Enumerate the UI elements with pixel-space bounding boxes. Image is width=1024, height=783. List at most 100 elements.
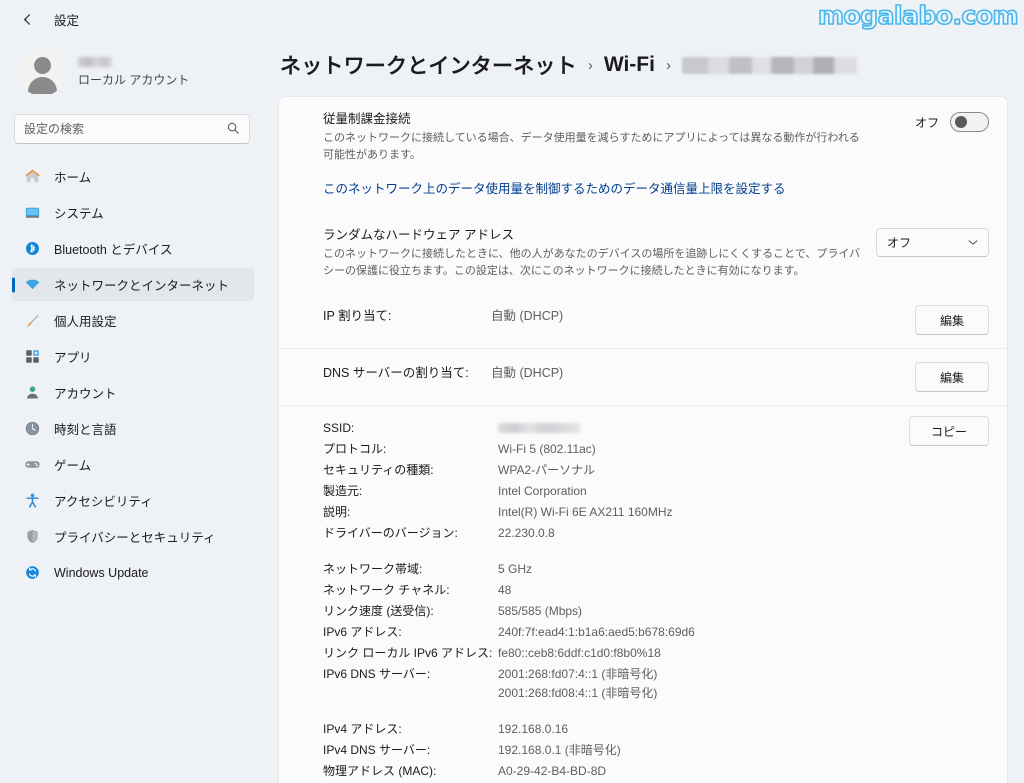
- detail-label: リンク ローカル IPv6 アドレス:: [323, 646, 493, 661]
- network-details-table: ネットワーク帯域: 5 GHz ネットワーク チャネル: 48 リンク速度 (送…: [323, 560, 989, 703]
- sidebar-item-bluetooth[interactable]: Bluetooth とデバイス: [12, 232, 254, 265]
- breadcrumb-separator: ›: [587, 56, 593, 74]
- sidebar-item-accounts[interactable]: アカウント: [12, 376, 254, 409]
- sidebar-item-label: アクセシビリティ: [54, 495, 153, 509]
- dns-assignment-edit-button[interactable]: 編集: [915, 362, 989, 393]
- dropdown-value: オフ: [887, 236, 912, 251]
- content-area: ネットワークとインターネット › Wi-Fi › 従量制課金接続 このネットワー…: [264, 38, 1024, 783]
- app-title: 設定: [54, 13, 80, 28]
- sidebar-item-label: プライバシーとセキュリティ: [54, 531, 216, 545]
- copy-properties-button[interactable]: コピー: [909, 416, 989, 447]
- detail-value: A0-29-42-B4-BD-8D: [498, 764, 607, 779]
- sidebar-item-time-language[interactable]: 時刻と言語: [12, 412, 254, 445]
- sidebar-nav: ホーム システム Bluetooth とデバイス ネットワークとインターネット …: [10, 160, 254, 589]
- breadcrumb-root[interactable]: ネットワークとインターネット: [280, 50, 577, 80]
- detail-spacer: [323, 545, 989, 560]
- sidebar-item-label: ホーム: [54, 171, 92, 185]
- accessibility-person-icon: [24, 492, 41, 509]
- wifi-icon: [24, 276, 41, 293]
- search-input[interactable]: [24, 122, 226, 136]
- detail-row-driver-version: ドライバーのバージョン: 22.230.0.8: [323, 524, 989, 543]
- detail-row-ipv4-dns: IPv4 DNS サーバー: 192.168.0.1 (非暗号化): [323, 741, 989, 760]
- metered-title: 従量制課金接続: [323, 112, 411, 126]
- metered-connection-toggle[interactable]: [950, 112, 989, 132]
- sidebar-item-personalization[interactable]: 個人用設定: [12, 304, 254, 337]
- detail-value: 2001:268:fd07:4::1 (非暗号化) 2001:268:fd08:…: [498, 667, 658, 701]
- account-type-label: ローカル アカウント: [78, 72, 190, 87]
- detail-value: 22.230.0.8: [498, 526, 555, 541]
- update-refresh-icon: [24, 564, 41, 581]
- detail-row-link-speed: リンク速度 (送受信): 585/585 (Mbps): [323, 602, 989, 621]
- random-hw-title: ランダムなハードウェア アドレス: [323, 228, 514, 243]
- metered-connection-row: 従量制課金接続 このネットワークに接続している場合、データ使用量を減らすためにア…: [279, 97, 1007, 176]
- breadcrumb: ネットワークとインターネット › Wi-Fi ›: [278, 38, 1008, 96]
- detail-row-channel: ネットワーク チャネル: 48: [323, 581, 989, 600]
- clock-globe-icon: [24, 420, 41, 437]
- detail-row-ipv6-dns: IPv6 DNS サーバー: 2001:268:fd07:4::1 (非暗号化)…: [323, 665, 989, 703]
- detail-value: 48: [498, 583, 512, 598]
- bluetooth-icon: [24, 240, 41, 257]
- sidebar-item-label: 時刻と言語: [54, 423, 117, 437]
- ipv4-details-table: IPv4 アドレス: 192.168.0.16 IPv4 DNS サーバー: 1…: [323, 720, 989, 781]
- detail-row-band: ネットワーク帯域: 5 GHz: [323, 560, 989, 579]
- random-hardware-address-dropdown[interactable]: オフ: [876, 228, 989, 258]
- detail-value: 192.168.0.1 (非暗号化): [498, 743, 621, 758]
- site-watermark: mogalabo.com: [817, 0, 1019, 31]
- sidebar-item-label: Bluetooth とデバイス: [54, 243, 173, 257]
- detail-row-mac-address: 物理アドレス (MAC): A0-29-42-B4-BD-8D: [323, 762, 989, 781]
- detail-value: WPA2-パーソナル: [498, 463, 596, 478]
- chevron-down-icon: [968, 238, 978, 248]
- user-avatar-icon: [18, 48, 66, 96]
- data-limit-link[interactable]: このネットワーク上のデータ使用量を制御するためのデータ通信量上限を設定する: [323, 182, 786, 196]
- search-input-wrapper[interactable]: [14, 114, 250, 144]
- account-block[interactable]: ローカル アカウント: [10, 38, 254, 110]
- detail-value: Intel(R) Wi-Fi 6E AX211 160MHz: [498, 505, 673, 520]
- metered-toggle-state-label: オフ: [914, 115, 939, 130]
- detail-label: IPv6 DNS サーバー:: [323, 667, 431, 682]
- metered-description: このネットワークに接続している場合、データ使用量を減らすためにアプリによっては異…: [323, 132, 860, 161]
- detail-row-ipv4-address: IPv4 アドレス: 192.168.0.16: [323, 720, 989, 739]
- detail-label: 製造元:: [323, 484, 363, 499]
- back-arrow-icon[interactable]: [14, 6, 40, 32]
- detail-value: Wi-Fi 5 (802.11ac): [498, 442, 596, 457]
- sidebar: ローカル アカウント 設定の検索 ホーム システム Bluetooth とデバイ…: [0, 38, 264, 783]
- sidebar-item-label: アプリ: [54, 351, 92, 365]
- breadcrumb-current[interactable]: Wi-Fi: [604, 53, 655, 77]
- ssid-value-redacted: [498, 423, 580, 434]
- sidebar-item-label: アカウント: [54, 387, 117, 401]
- sidebar-item-network-internet[interactable]: ネットワークとインターネット: [12, 268, 254, 301]
- account-name-redacted: [78, 56, 112, 67]
- dns-assignment-row: DNS サーバーの割り当て: 自動 (DHCP) 編集: [279, 348, 1007, 405]
- detail-row-protocol: プロトコル: Wi-Fi 5 (802.11ac): [323, 440, 989, 459]
- sidebar-item-home[interactable]: ホーム: [12, 160, 254, 193]
- ip-assignment-label: IP 割り当て:: [323, 309, 392, 324]
- adapter-properties-block: コピー SSID: プロトコル: Wi-Fi 5 (802.11ac) セキュリ…: [279, 405, 1007, 783]
- apps-grid-icon: [24, 348, 41, 365]
- detail-label: ネットワーク帯域:: [323, 562, 423, 577]
- sidebar-item-accessibility[interactable]: アクセシビリティ: [12, 484, 254, 517]
- detail-spacer: [323, 705, 989, 720]
- detail-value: 192.168.0.16: [498, 722, 569, 737]
- window-body: ローカル アカウント 設定の検索 ホーム システム Bluetooth とデバイ…: [0, 38, 1024, 783]
- detail-value: Intel Corporation: [498, 484, 587, 499]
- sidebar-item-label: システム: [54, 207, 104, 221]
- detail-label: IPv6 アドレス:: [323, 625, 402, 640]
- detail-label: SSID:: [323, 421, 355, 436]
- sidebar-item-apps[interactable]: アプリ: [12, 340, 254, 373]
- toggle-knob: [955, 116, 967, 128]
- ip-assignment-edit-button[interactable]: 編集: [915, 305, 989, 336]
- sidebar-item-system[interactable]: システム: [12, 196, 254, 229]
- detail-value: fe80::ceb8:6ddf:c1d0:f8b0%18: [498, 646, 661, 661]
- detail-label: プロトコル:: [323, 442, 387, 457]
- detail-row-security-type: セキュリティの種類: WPA2-パーソナル: [323, 461, 989, 480]
- sidebar-item-gaming[interactable]: ゲーム: [12, 448, 254, 481]
- sidebar-item-windows-update[interactable]: Windows Update: [12, 556, 254, 589]
- sidebar-item-privacy-security[interactable]: プライバシーとセキュリティ: [12, 520, 254, 553]
- shield-icon: [24, 528, 41, 545]
- sidebar-item-label: Windows Update: [54, 565, 149, 580]
- home-icon: [24, 168, 41, 185]
- sidebar-item-label: ゲーム: [54, 459, 92, 473]
- detail-label: IPv4 DNS サーバー:: [323, 743, 431, 758]
- gamepad-icon: [24, 456, 41, 473]
- detail-label: セキュリティの種類:: [323, 463, 434, 478]
